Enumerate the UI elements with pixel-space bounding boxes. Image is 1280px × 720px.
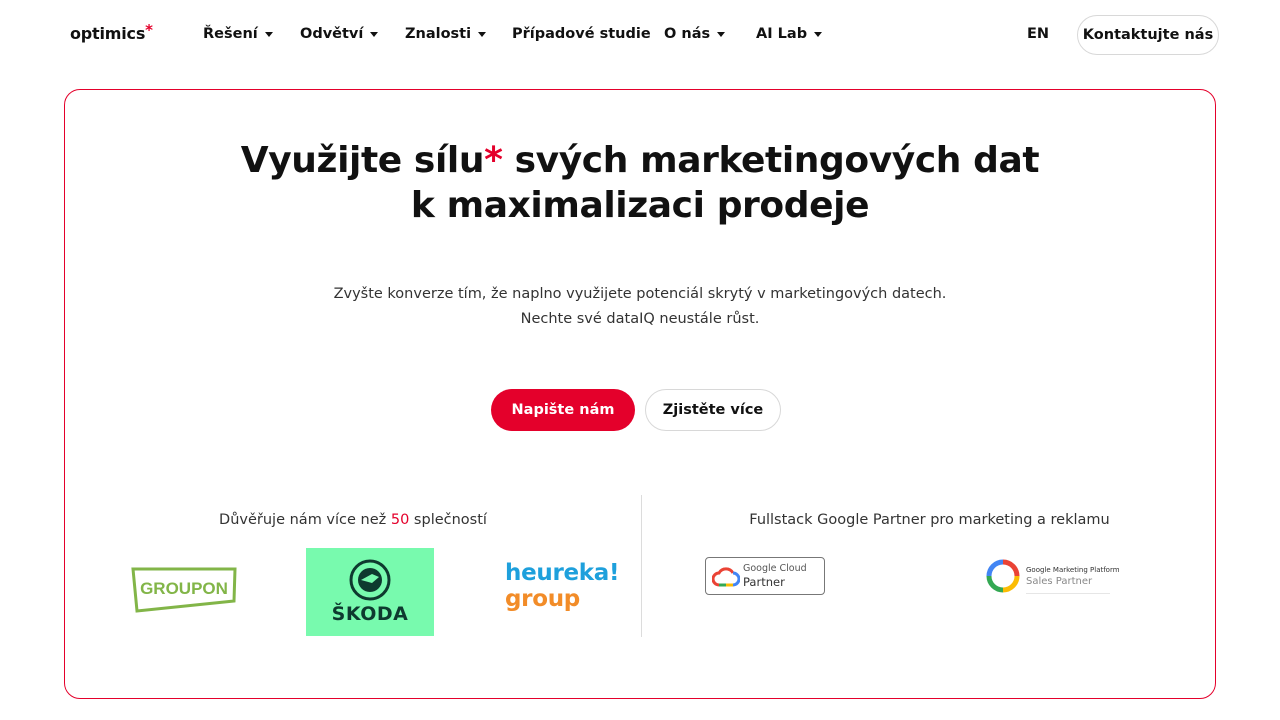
nav-item-o-nas[interactable]: O nás	[664, 26, 726, 42]
skoda-logo: ŠKODA	[306, 548, 434, 636]
groupon-wordmark: GROUPON	[140, 579, 228, 598]
google-marketing-platform-badge: Google Marketing Platform Sales Partner	[983, 556, 1120, 596]
nav-item-reseni[interactable]: Řešení	[203, 26, 273, 42]
nav-item-label: Odvětví	[300, 26, 364, 42]
nav-item-label: AI Lab	[756, 26, 808, 42]
heureka-wordmark: heureka!	[505, 560, 620, 586]
heureka-group-wordmark: group	[505, 586, 580, 612]
nav-item-label: Případové studie	[512, 26, 651, 42]
trust-prefix: Důvěřuje nám více než	[219, 512, 391, 528]
hero-card: Využijte sílu* svých marketingových dat …	[64, 89, 1216, 699]
write-us-button[interactable]: Napište nám	[491, 389, 635, 431]
google-cloud-icon	[712, 567, 740, 587]
nav-item-odvetvi[interactable]: Odvětví	[300, 26, 379, 42]
gmp-underline	[1026, 593, 1110, 594]
partner-title: Fullstack Google Partner pro marketing a…	[749, 512, 1110, 528]
nav-item-pripadove-studie[interactable]: Případové studie	[512, 26, 651, 42]
gcloud-line1: Google Cloud	[743, 563, 807, 574]
headline-part1: Využijte sílu	[240, 140, 485, 181]
caret-down-icon	[717, 32, 726, 37]
trust-title: Důvěřuje nám více než 50 splečností	[65, 512, 641, 528]
logo-text: optimics	[70, 24, 146, 43]
headline-asterisk: *	[484, 140, 503, 181]
gcloud-line2: Partner	[743, 575, 785, 589]
skoda-emblem-icon	[349, 559, 391, 601]
trust-count: 50	[390, 512, 410, 528]
nav-item-znalosti[interactable]: Znalosti	[405, 26, 487, 42]
gmp-line1: Google Marketing Platform	[1026, 566, 1120, 574]
nav-item-label: O nás	[664, 26, 711, 42]
heureka-group-logo: heureka! group	[505, 560, 620, 612]
caret-down-icon	[814, 32, 823, 37]
trust-suffix: splečností	[409, 512, 487, 528]
caret-down-icon	[478, 32, 487, 37]
nav-item-label: Znalosti	[405, 26, 472, 42]
caret-down-icon	[264, 32, 273, 37]
gmp-line2: Sales Partner	[1026, 576, 1093, 587]
nav-item-label: Řešení	[203, 26, 258, 42]
top-navigation: optimics* Řešení Odvětví Znalosti Případ…	[0, 0, 1280, 70]
hero-subtitle: Zvyšte konverze tím, že naplno využijete…	[65, 282, 1215, 332]
caret-down-icon	[370, 32, 379, 37]
google-cloud-partner-badge: Google Cloud Partner	[705, 557, 825, 595]
contact-button[interactable]: Kontaktujte nás	[1077, 15, 1219, 55]
optimics-logo[interactable]: optimics*	[70, 21, 153, 43]
groupon-logo: GROUPON	[131, 566, 237, 618]
groupon-logo-shape: GROUPON	[131, 567, 237, 613]
skoda-wordmark: ŠKODA	[331, 603, 409, 625]
language-switch[interactable]: EN	[1027, 26, 1049, 42]
headline-line2: k maximalizaci prodeje	[410, 185, 870, 226]
learn-more-button[interactable]: Zjistěte více	[645, 389, 781, 431]
hero-headline: Využijte sílu* svých marketingových dat …	[65, 138, 1215, 228]
google-marketing-platform-icon	[986, 559, 1020, 593]
subtitle-line1: Zvyšte konverze tím, že naplno využijete…	[333, 286, 947, 302]
headline-part2: svých marketingových dat	[502, 140, 1040, 181]
nav-item-ai-lab[interactable]: AI Lab	[756, 26, 823, 42]
subtitle-line2: Nechte své dataIQ neustále růst.	[520, 311, 760, 327]
logo-asterisk: *	[145, 21, 153, 39]
